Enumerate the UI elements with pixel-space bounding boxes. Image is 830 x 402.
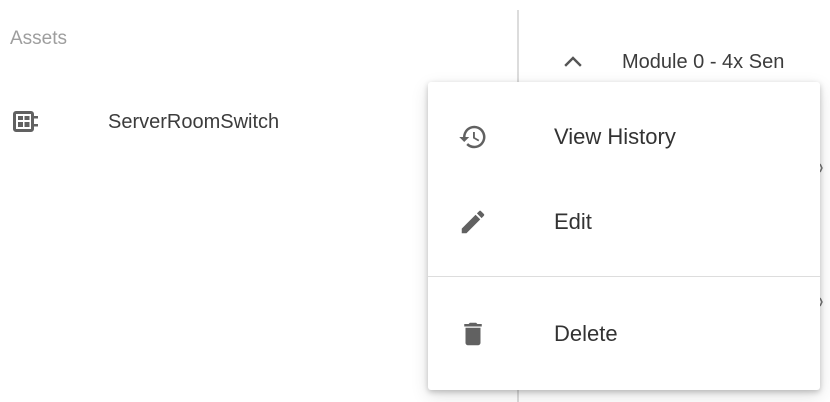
chevron-up-icon[interactable]	[563, 54, 583, 68]
menu-separator	[428, 276, 820, 277]
app-root: Assets ServerRoomSwitch Module 0 - 4x Se…	[0, 0, 830, 402]
menu-item-label: Edit	[554, 209, 592, 234]
pencil-icon	[458, 207, 488, 237]
menu-item-delete[interactable]: Delete	[428, 304, 820, 364]
asset-item-label: ServerRoomSwitch	[108, 111, 280, 133]
module-title: Module 0 - 4x Sen	[622, 51, 785, 73]
trash-icon	[458, 319, 488, 349]
assets-title: Assets	[10, 28, 68, 49]
history-icon	[458, 122, 488, 152]
menu-item-label: View History	[554, 124, 676, 149]
menu-item-edit[interactable]: Edit	[428, 192, 820, 252]
context-menu: View History Edit Delete	[428, 82, 820, 390]
menu-item-view-history[interactable]: View History	[428, 107, 820, 167]
asset-item-serverroomswitch[interactable]: ServerRoomSwitch	[0, 98, 420, 150]
menu-item-label: Delete	[554, 321, 618, 346]
device-module-icon	[13, 110, 39, 134]
